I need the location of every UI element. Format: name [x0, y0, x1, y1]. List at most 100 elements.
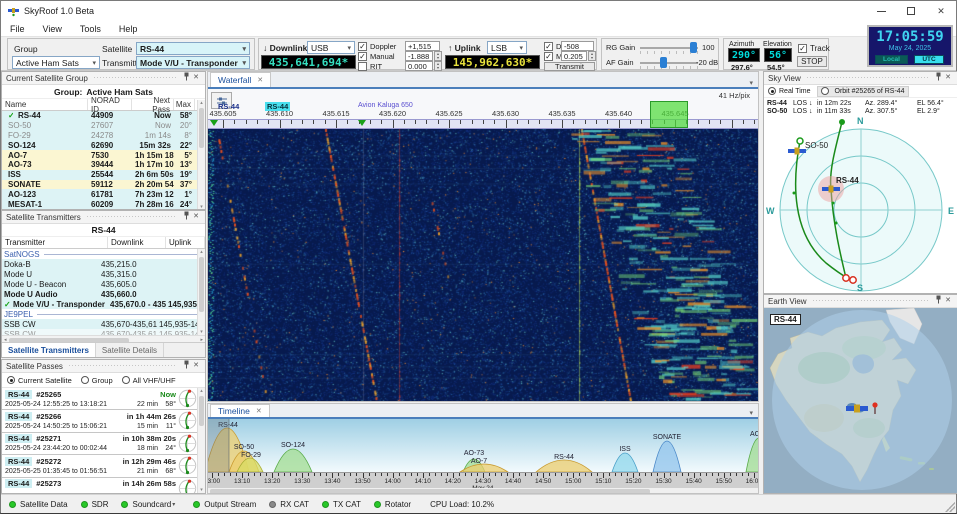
status-indicator[interactable]: RX CAT ▾: [269, 500, 309, 509]
radio-orbit[interactable]: Orbit #25265 of RS-44: [817, 86, 909, 97]
list-item[interactable]: RS-44 #25273 in 14h 26m 58s: [2, 478, 199, 493]
tab-waterfall[interactable]: Waterfall✕: [210, 72, 271, 87]
table-row[interactable]: ✓AO-123 61781 7h 23m 12s 1°: [2, 189, 205, 199]
status-indicator[interactable]: TX CAT ▾: [322, 500, 361, 509]
transmitter-combobox[interactable]: Mode V/U - Transponder▾: [136, 56, 250, 69]
pin-icon[interactable]: [181, 360, 191, 373]
table-row[interactable]: ✓SONATE 59112 2h 20m 54s 37°: [2, 180, 205, 190]
table-row[interactable]: ✓ Doka-B 435,215.0: [2, 259, 205, 269]
downlink-doppler-checkbox[interactable]: ✓Doppler: [358, 42, 396, 51]
pass-filters: Current Satellite Group All VHF/UHF: [2, 373, 205, 388]
table-row[interactable]: ✓ISS 25544 2h 6m 50s 19°: [2, 170, 205, 180]
table-row[interactable]: ✓ Mode U Audio 435,660.0: [2, 289, 205, 299]
menu-tools[interactable]: Tools: [71, 21, 110, 36]
stop-button[interactable]: STOP: [797, 56, 827, 67]
uplink-manual-spinner[interactable]: ▴▾: [588, 51, 596, 61]
tab-satellite-details[interactable]: Satellite Details: [96, 343, 164, 357]
close-icon[interactable]: ✕: [257, 76, 263, 84]
table-row[interactable]: ✓ SSB CW 435,670-435,610 145,935-145: [2, 319, 205, 329]
downlink-manual-value[interactable]: -1.888: [405, 51, 433, 61]
menu-file[interactable]: File: [1, 21, 34, 36]
table-row[interactable]: ✓ Mode U - Beacon 435,605.0: [2, 279, 205, 289]
vertical-scrollbar[interactable]: ▴ ▾: [197, 388, 205, 493]
tab-timeline[interactable]: Timeline✕: [210, 404, 270, 417]
close-icon[interactable]: ✕: [191, 73, 201, 83]
list-item[interactable]: RS-44 #25271 in 10h 38m 20s 2025-05-24 2…: [2, 433, 199, 455]
chevron-down-icon[interactable]: ▾: [744, 79, 758, 87]
status-indicator[interactable]: SDR ▾: [81, 500, 109, 509]
downlink-rit-spinner[interactable]: ▴▾: [434, 61, 442, 71]
close-icon[interactable]: ✕: [256, 407, 262, 415]
passband-selection[interactable]: [650, 101, 688, 128]
table-row[interactable]: ✓ SatNOGS: [2, 249, 205, 259]
list-item[interactable]: RS-44 #25265 Now 2025-05-24 12:55:25 to …: [2, 388, 199, 410]
table-row[interactable]: ✓AO-73 39444 1h 17m 10s 13°: [2, 160, 205, 170]
downlink-doppler-value[interactable]: +1,515: [405, 41, 440, 51]
track-checkbox[interactable]: ✓Track: [798, 44, 830, 53]
local-time-button[interactable]: Local: [875, 55, 908, 64]
close-icon[interactable]: ✕: [926, 1, 956, 21]
tab-satellite-transmitters[interactable]: Satellite Transmitters: [2, 343, 96, 357]
pin-icon[interactable]: [933, 295, 943, 308]
table-row[interactable]: ✓FO-29 24278 1m 14s 8°: [2, 131, 205, 141]
polar-plot[interactable]: N S W E RS-44 SO-50: [764, 113, 957, 294]
menu-help[interactable]: Help: [110, 21, 147, 36]
downlink-rit-value[interactable]: 0.000: [405, 61, 433, 71]
pin-icon[interactable]: [181, 211, 191, 224]
group-combobox[interactable]: Active Ham Sats▾: [12, 56, 100, 69]
downlink-mode-combobox[interactable]: USB▾: [307, 41, 355, 54]
menu-view[interactable]: View: [34, 21, 71, 36]
downlink-manual-checkbox[interactable]: ✓Manual: [358, 52, 395, 61]
status-indicator[interactable]: Rotator ▾: [374, 500, 411, 509]
status-indicator[interactable]: Output Stream ▾: [193, 500, 256, 509]
transmit-button[interactable]: Transmit: [544, 62, 595, 71]
maximize-icon[interactable]: [896, 1, 926, 21]
pin-icon[interactable]: [181, 72, 191, 85]
pass-sky-icon: [178, 456, 197, 475]
close-icon[interactable]: ✕: [191, 361, 201, 371]
list-item[interactable]: RS-44 #25266 in 1h 44m 26s 2025-05-24 14…: [2, 410, 199, 432]
close-icon[interactable]: ✕: [943, 296, 953, 306]
radio-real-time[interactable]: Real Time: [768, 87, 811, 95]
table-row[interactable]: ✓RS-44 44909 Now 58°: [2, 111, 205, 121]
uplink-doppler-value[interactable]: -508: [561, 41, 594, 51]
list-item[interactable]: RS-44 #25272 in 12h 29m 46s 2025-05-25 0…: [2, 455, 199, 477]
clock-date: May 24, 2025: [869, 45, 951, 52]
chevron-down-icon[interactable]: ▾: [744, 409, 758, 417]
radio-current-satellite[interactable]: Current Satellite: [7, 376, 72, 385]
vertical-scrollbar[interactable]: ▴ ▾: [197, 100, 205, 210]
vertical-scrollbar[interactable]: ▴ ▾: [197, 249, 205, 335]
close-icon[interactable]: ✕: [943, 73, 953, 83]
radio-all-vhf-uhf[interactable]: All VHF/UHF: [122, 376, 176, 385]
status-indicator[interactable]: Satellite Data ▾: [9, 500, 68, 509]
downlink-manual-spinner[interactable]: ▴▾: [434, 51, 442, 61]
af-gain-slider[interactable]: [640, 62, 698, 64]
uplink-manual-value[interactable]: 0.205: [561, 51, 587, 61]
close-icon[interactable]: ✕: [191, 212, 201, 222]
resolution-label: 41 Hz/pix: [719, 91, 750, 100]
tuning-marker-icon[interactable]: [210, 120, 218, 126]
rg-gain-slider-thumb[interactable]: [690, 42, 697, 53]
table-row[interactable]: ✓MESAT-1 60209 7h 28m 16s 24°: [2, 199, 205, 209]
waterfall-canvas[interactable]: [208, 129, 758, 401]
table-row[interactable]: ✓ Mode V/U - Transponder 435,670.0 - 435…: [2, 299, 205, 309]
table-row[interactable]: ✓SO-124 62690 15m 32s 22°: [2, 140, 205, 150]
af-gain-slider-thumb[interactable]: [660, 57, 667, 68]
table-row[interactable]: ✓AO-7 7530 1h 15m 18s 5°: [2, 150, 205, 160]
tuning-marker-icon[interactable]: [358, 120, 366, 126]
minimize-icon[interactable]: [866, 1, 896, 21]
table-row[interactable]: ✓ Mode U 435,315.0: [2, 269, 205, 279]
utc-time-button[interactable]: UTC: [914, 55, 944, 64]
pin-icon[interactable]: [933, 72, 943, 85]
timeline-chart[interactable]: RS-44SO-50FO-29SO-124AO-73AO-7RS-44ISSSO…: [208, 419, 759, 472]
status-indicator[interactable]: Soundcard ▾: [121, 500, 180, 509]
earth-map[interactable]: [764, 308, 957, 493]
table-row[interactable]: ✓ JE9PEL: [2, 309, 205, 319]
radio-group[interactable]: Group: [81, 376, 113, 385]
downlink-rit-checkbox[interactable]: RIT: [358, 62, 382, 71]
resize-grip[interactable]: [945, 502, 955, 512]
uplink-mode-combobox[interactable]: LSB▾: [487, 41, 527, 54]
satellite-combobox[interactable]: RS-44▾: [136, 42, 250, 55]
time-tick-label: 15:00: [559, 478, 587, 485]
table-row[interactable]: ✓SO-50 27607 Now 20°: [2, 121, 205, 131]
